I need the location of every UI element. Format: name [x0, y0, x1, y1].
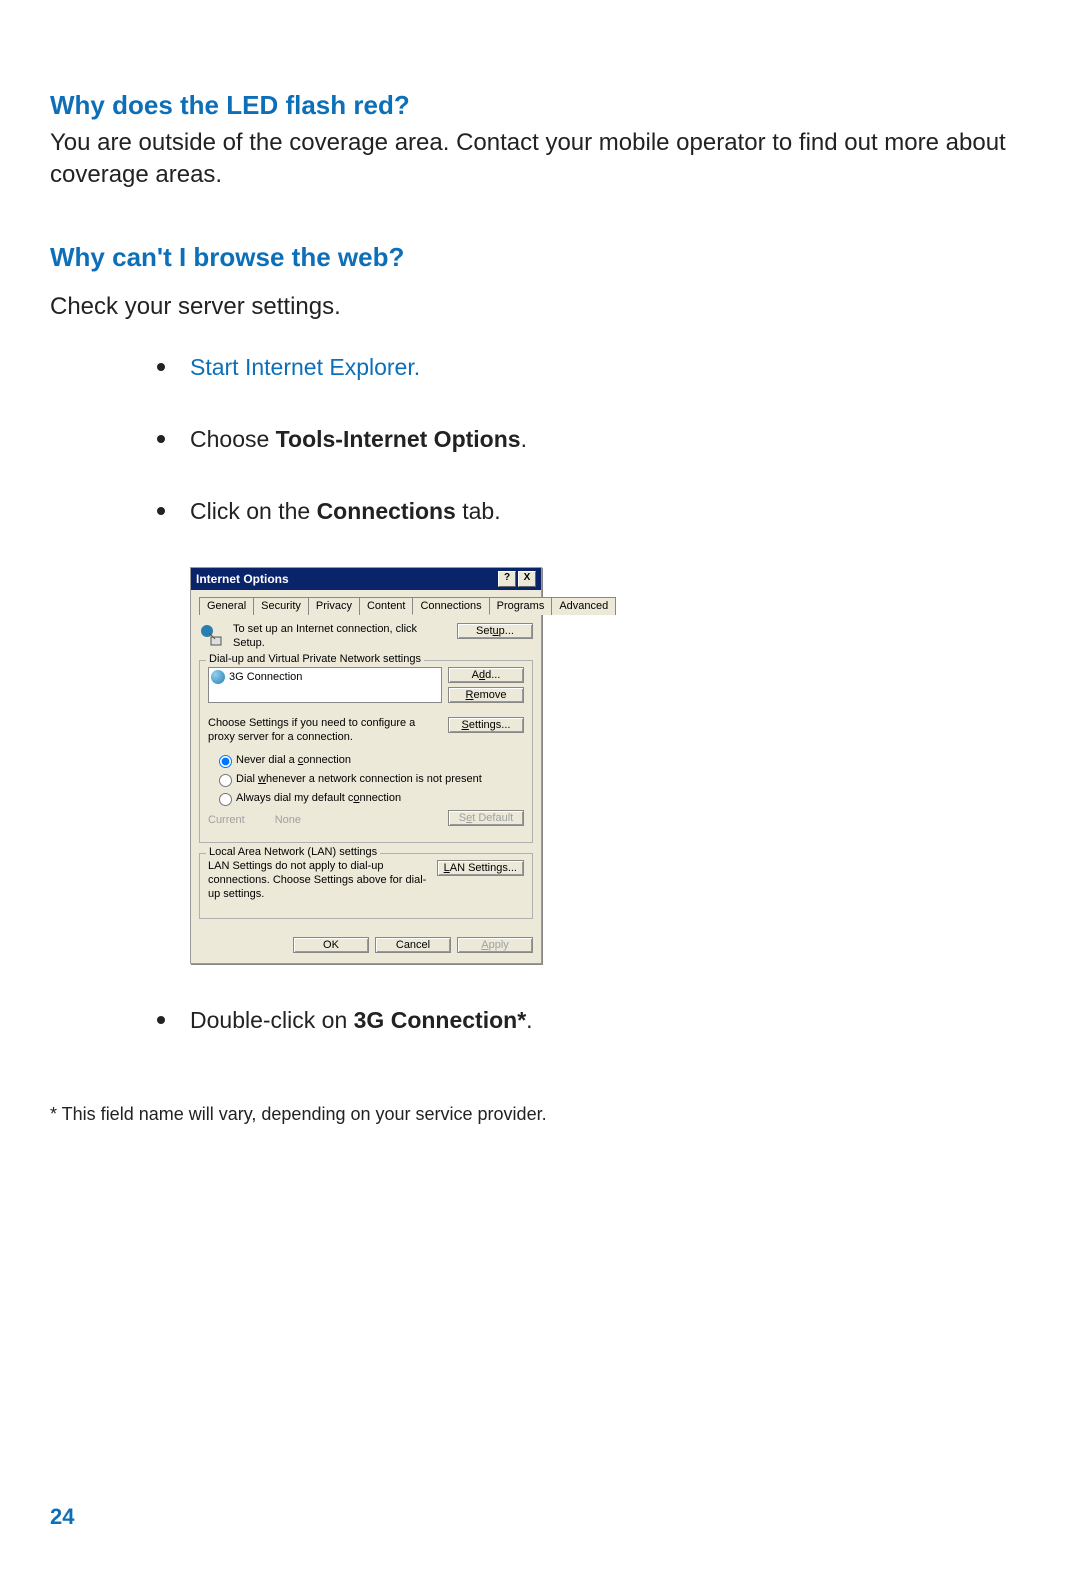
globe-icon — [211, 670, 225, 684]
step-4-post: . — [526, 1007, 532, 1033]
lan-text: LAN Settings do not apply to dial-up con… — [208, 860, 431, 901]
current-label: Current — [208, 814, 245, 826]
lan-settings-button[interactable]: LAN Settings... — [437, 860, 524, 876]
setup-button[interactable]: Setup... — [457, 623, 533, 639]
dialog-titlebar: Internet Options ? X — [191, 568, 541, 590]
step-3: Click on the Connections tab. — [180, 495, 1030, 525]
proxy-settings-text: Choose Settings if you need to configure… — [208, 717, 442, 745]
page-number: 24 — [50, 1504, 74, 1530]
step-3-pre: Click on the — [190, 498, 317, 524]
radio-dial-when-absent[interactable]: Dial whenever a network connection is no… — [214, 771, 524, 787]
dialog-title-text: Internet Options — [196, 572, 289, 586]
help-button[interactable]: ? — [498, 571, 516, 587]
lan-fieldset: Local Area Network (LAN) settings LAN Se… — [199, 853, 533, 918]
radio-never-dial[interactable]: Never dial a connection — [214, 752, 524, 768]
step-1-text: Start Internet Explorer. — [190, 354, 420, 380]
set-default-button: Set Default — [448, 810, 524, 826]
radio-always-dial[interactable]: Always dial my default connection — [214, 790, 524, 806]
step-2-pre: Choose — [190, 426, 276, 452]
tab-privacy[interactable]: Privacy — [308, 597, 360, 615]
step-2: Choose Tools-Internet Options. — [180, 423, 1030, 453]
step-3-post: tab. — [456, 498, 501, 524]
tab-content[interactable]: Content — [359, 597, 414, 615]
tab-programs[interactable]: Programs — [489, 597, 553, 615]
connection-item-3g[interactable]: 3G Connection — [211, 670, 302, 684]
ok-button[interactable]: OK — [293, 937, 369, 953]
connection-icon — [199, 623, 227, 652]
current-value: None — [275, 814, 301, 826]
tab-general[interactable]: General — [199, 597, 254, 615]
step-1: Start Internet Explorer. — [180, 351, 1030, 381]
connection-listbox[interactable]: 3G Connection — [208, 667, 442, 703]
step-2-post: . — [521, 426, 527, 452]
step-4-pre: Double-click on — [190, 1007, 354, 1033]
step-2-bold: Tools-Internet Options — [276, 426, 521, 452]
section1-body: You are outside of the coverage area. Co… — [50, 127, 1030, 192]
lan-legend: Local Area Network (LAN) settings — [206, 846, 380, 858]
footnote: * This field name will vary, depending o… — [50, 1104, 1030, 1125]
close-button[interactable]: X — [518, 571, 536, 587]
section2-heading: Why can't I browse the web? — [50, 242, 1030, 273]
step-list-continued: Double-click on 3G Connection*. — [50, 1004, 1030, 1034]
cancel-button[interactable]: Cancel — [375, 937, 451, 953]
setup-text: To set up an Internet connection, click … — [233, 623, 451, 651]
radio-always-dial-input[interactable] — [219, 793, 232, 806]
step-list: Start Internet Explorer. Choose Tools-In… — [50, 351, 1030, 525]
radio-never-dial-input[interactable] — [219, 755, 232, 768]
section1-heading: Why does the LED flash red? — [50, 90, 1030, 121]
apply-button: Apply — [457, 937, 533, 953]
remove-button[interactable]: Remove — [448, 687, 524, 703]
step-3-bold: Connections — [317, 498, 456, 524]
tab-connections[interactable]: Connections — [412, 597, 489, 615]
step-4-bold: 3G Connection* — [354, 1007, 527, 1033]
dialup-vpn-fieldset: Dial-up and Virtual Private Network sett… — [199, 660, 533, 844]
section2-intro: Check your server settings. — [50, 293, 1030, 321]
dialup-legend: Dial-up and Virtual Private Network sett… — [206, 653, 424, 665]
settings-button[interactable]: Settings... — [448, 717, 524, 733]
dialog-screenshot: Internet Options ? X General Security Pr… — [190, 567, 1030, 964]
tab-bar: General Security Privacy Content Connect… — [199, 596, 533, 615]
tab-advanced[interactable]: Advanced — [551, 597, 616, 615]
connection-item-label: 3G Connection — [229, 671, 302, 683]
add-button[interactable]: Add... — [448, 667, 524, 683]
step-4: Double-click on 3G Connection*. — [180, 1004, 1030, 1034]
radio-dial-when-absent-input[interactable] — [219, 774, 232, 787]
internet-options-dialog: Internet Options ? X General Security Pr… — [190, 567, 542, 964]
tab-security[interactable]: Security — [253, 597, 309, 615]
